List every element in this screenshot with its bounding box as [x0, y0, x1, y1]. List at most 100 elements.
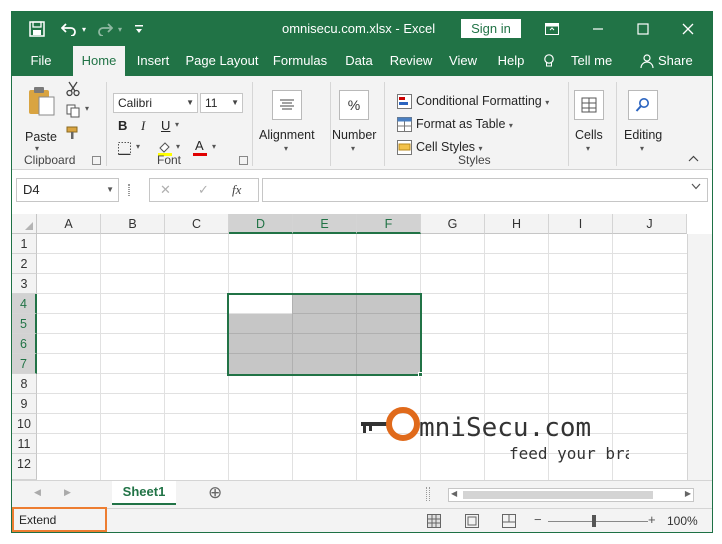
- save-icon[interactable]: [26, 19, 48, 39]
- column-header[interactable]: E: [293, 214, 357, 234]
- enter-button[interactable]: ✓: [198, 182, 209, 198]
- column-header[interactable]: F: [357, 214, 421, 234]
- tab-help[interactable]: Help: [490, 46, 532, 76]
- tab-split-grip[interactable]: [426, 487, 430, 501]
- ribbon-display-options-icon[interactable]: [540, 18, 564, 40]
- paste-label[interactable]: Paste: [25, 130, 57, 144]
- borders-dropdown-icon[interactable]: ▾: [136, 142, 140, 151]
- normal-view-icon[interactable]: [427, 514, 441, 531]
- number-format-icon[interactable]: %: [339, 90, 369, 120]
- number-dropdown-icon[interactable]: ▾: [351, 144, 355, 153]
- cells-button[interactable]: Cells: [575, 128, 603, 142]
- redo-dropdown-icon[interactable]: ▾: [116, 19, 124, 39]
- format-painter-icon[interactable]: [64, 124, 82, 142]
- alignment-button[interactable]: Alignment: [259, 128, 315, 142]
- conditional-formatting-button[interactable]: Conditional Formatting ▾: [416, 94, 549, 108]
- zoom-in-button[interactable]: +: [648, 512, 656, 527]
- horizontal-scrollbar[interactable]: ◀ ▶: [448, 488, 694, 502]
- editing-icon[interactable]: [628, 90, 658, 120]
- worksheet-grid[interactable]: A B C D E F G H I J 1 2 3 4 5 6 7 8 9 10…: [12, 214, 712, 480]
- row-header[interactable]: 3: [12, 274, 37, 294]
- tab-view[interactable]: View: [443, 46, 483, 76]
- undo-icon[interactable]: [58, 19, 80, 39]
- maximize-icon[interactable]: [631, 18, 655, 40]
- alignment-dropdown-icon[interactable]: ▾: [284, 144, 288, 153]
- vertical-scrollbar[interactable]: [687, 234, 712, 480]
- close-icon[interactable]: [676, 18, 700, 40]
- italic-button[interactable]: I: [141, 118, 145, 134]
- editing-dropdown-icon[interactable]: ▾: [640, 144, 644, 153]
- scroll-left-icon[interactable]: ◀: [451, 489, 457, 498]
- paste-icon[interactable]: [25, 84, 57, 118]
- underline-button[interactable]: U: [161, 118, 170, 133]
- insert-function-button[interactable]: fx: [232, 182, 241, 198]
- scroll-sheets-left-icon[interactable]: ◀: [34, 487, 41, 498]
- row-header[interactable]: 11: [12, 434, 37, 454]
- tab-formulas[interactable]: Formulas: [269, 46, 331, 76]
- zoom-slider-thumb[interactable]: [592, 515, 596, 527]
- font-color-button[interactable]: A: [195, 138, 204, 153]
- font-name-combo[interactable]: Calibri ▼: [113, 93, 198, 113]
- column-header[interactable]: G: [421, 214, 485, 234]
- sheet-tab-sheet1[interactable]: Sheet1: [112, 481, 176, 505]
- fill-color-dropdown-icon[interactable]: ▾: [176, 142, 180, 151]
- alignment-icon[interactable]: [272, 90, 302, 120]
- zoom-out-button[interactable]: −: [534, 512, 542, 527]
- zoom-level[interactable]: 100%: [667, 514, 698, 528]
- scrollbar-thumb[interactable]: [463, 491, 653, 499]
- editing-button[interactable]: Editing: [624, 128, 662, 142]
- cancel-button[interactable]: ✕: [160, 182, 171, 198]
- tab-insert[interactable]: Insert: [130, 46, 176, 76]
- paste-dropdown-icon[interactable]: ▾: [35, 144, 39, 153]
- undo-dropdown-icon[interactable]: ▾: [80, 19, 88, 39]
- number-button[interactable]: Number: [332, 128, 376, 142]
- scroll-right-icon[interactable]: ▶: [685, 489, 691, 498]
- row-header[interactable]: 8: [12, 374, 37, 394]
- formula-input[interactable]: [262, 178, 708, 202]
- column-header[interactable]: A: [37, 214, 101, 234]
- tab-file[interactable]: File: [20, 46, 62, 76]
- select-all-button[interactable]: [12, 214, 37, 234]
- format-as-table-button[interactable]: Format as Table ▾: [416, 117, 513, 131]
- sign-in-button[interactable]: Sign in: [461, 19, 521, 38]
- zoom-slider-track[interactable]: [548, 521, 648, 522]
- page-break-preview-icon[interactable]: [502, 514, 516, 531]
- row-header[interactable]: 4: [12, 294, 37, 314]
- column-header[interactable]: J: [613, 214, 687, 234]
- column-header[interactable]: I: [549, 214, 613, 234]
- fill-handle[interactable]: [418, 372, 423, 377]
- cells-dropdown-icon[interactable]: ▾: [586, 144, 590, 153]
- share-button[interactable]: Share: [636, 46, 696, 76]
- column-header[interactable]: D: [229, 214, 293, 234]
- bold-button[interactable]: B: [118, 118, 127, 133]
- customize-qat-icon[interactable]: [132, 19, 146, 39]
- scroll-sheets-right-icon[interactable]: ▶: [64, 487, 71, 498]
- font-size-combo[interactable]: 11 ▼: [200, 93, 243, 113]
- row-header[interactable]: 6: [12, 334, 37, 354]
- copy-icon[interactable]: [64, 102, 82, 120]
- copy-dropdown-icon[interactable]: ▾: [85, 104, 89, 113]
- cell-styles-button[interactable]: Cell Styles ▾: [416, 140, 483, 154]
- tell-me-search[interactable]: Tell me: [539, 46, 619, 76]
- minimize-icon[interactable]: [586, 18, 610, 40]
- column-header[interactable]: B: [101, 214, 165, 234]
- row-header[interactable]: 2: [12, 254, 37, 274]
- row-header[interactable]: 7: [12, 354, 37, 374]
- new-sheet-button[interactable]: ⊕: [208, 483, 222, 503]
- font-color-dropdown-icon[interactable]: ▾: [212, 142, 216, 151]
- row-header[interactable]: 9: [12, 394, 37, 414]
- cut-icon[interactable]: [64, 80, 82, 98]
- row-header[interactable]: 12: [12, 454, 37, 480]
- clipboard-launcher-icon[interactable]: [92, 156, 101, 165]
- borders-icon[interactable]: [116, 140, 132, 156]
- tab-page-layout[interactable]: Page Layout: [182, 46, 262, 76]
- expand-formula-bar-icon[interactable]: [691, 182, 701, 192]
- tab-review[interactable]: Review: [386, 46, 436, 76]
- underline-dropdown-icon[interactable]: ▾: [175, 120, 179, 129]
- row-header[interactable]: 5: [12, 314, 37, 334]
- column-header[interactable]: H: [485, 214, 549, 234]
- column-header[interactable]: C: [165, 214, 229, 234]
- row-header[interactable]: 1: [12, 234, 37, 254]
- cells-icon[interactable]: [574, 90, 604, 120]
- redo-icon[interactable]: [94, 19, 116, 39]
